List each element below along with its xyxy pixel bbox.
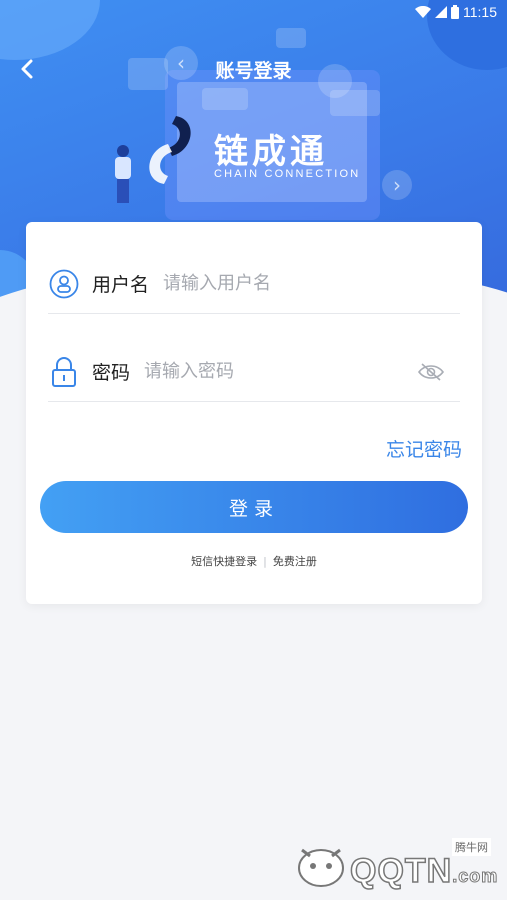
username-input[interactable] <box>163 273 460 294</box>
username-field: 用户名 <box>48 254 460 314</box>
forgot-password-link[interactable]: 忘记密码 <box>386 435 462 462</box>
eye-closed-icon <box>417 362 445 381</box>
login-card: 用户名 密码 忘记密码 登录 短信快捷登录 | 免费注册 <box>26 222 482 604</box>
toggle-password-visibility[interactable] <box>416 361 446 383</box>
alt-login-links: 短信快捷登录 | 免费注册 <box>26 553 482 569</box>
link-separator: | <box>263 555 267 568</box>
sms-login-link[interactable]: 短信快捷登录 <box>191 555 257 568</box>
status-time: 11:15 <box>463 4 497 20</box>
login-button[interactable]: 登录 <box>40 481 468 533</box>
password-label: 密码 <box>92 362 131 384</box>
password-input[interactable] <box>144 361 416 382</box>
lock-icon <box>48 356 80 388</box>
chain-logo-icon <box>149 116 191 184</box>
signal-icon <box>435 6 447 18</box>
app-subtitle: CHAIN CONNECTION <box>214 168 361 180</box>
battery-icon <box>451 5 459 19</box>
app-name: 链成通 <box>214 132 328 172</box>
page-title: 账号登录 <box>215 60 292 82</box>
watermark: 腾牛网 QQTN.com <box>294 838 499 894</box>
status-bar: 11:15 <box>415 3 497 21</box>
illustration-panel <box>276 28 306 48</box>
app-logo: 链成通 CHAIN CONNECTION <box>140 110 370 190</box>
register-link[interactable]: 免费注册 <box>273 555 317 568</box>
illustration-panel <box>202 88 248 110</box>
user-icon <box>48 268 80 300</box>
chevron-right-bubble-icon: › <box>382 170 412 200</box>
username-label: 用户名 <box>92 274 150 296</box>
wifi-icon <box>415 6 431 18</box>
decor-blob <box>0 0 100 60</box>
password-field: 密码 <box>48 342 460 402</box>
watermark-text: QQTN.com <box>349 851 499 891</box>
cow-mascot-icon <box>298 848 344 887</box>
illustration-person <box>112 145 134 205</box>
